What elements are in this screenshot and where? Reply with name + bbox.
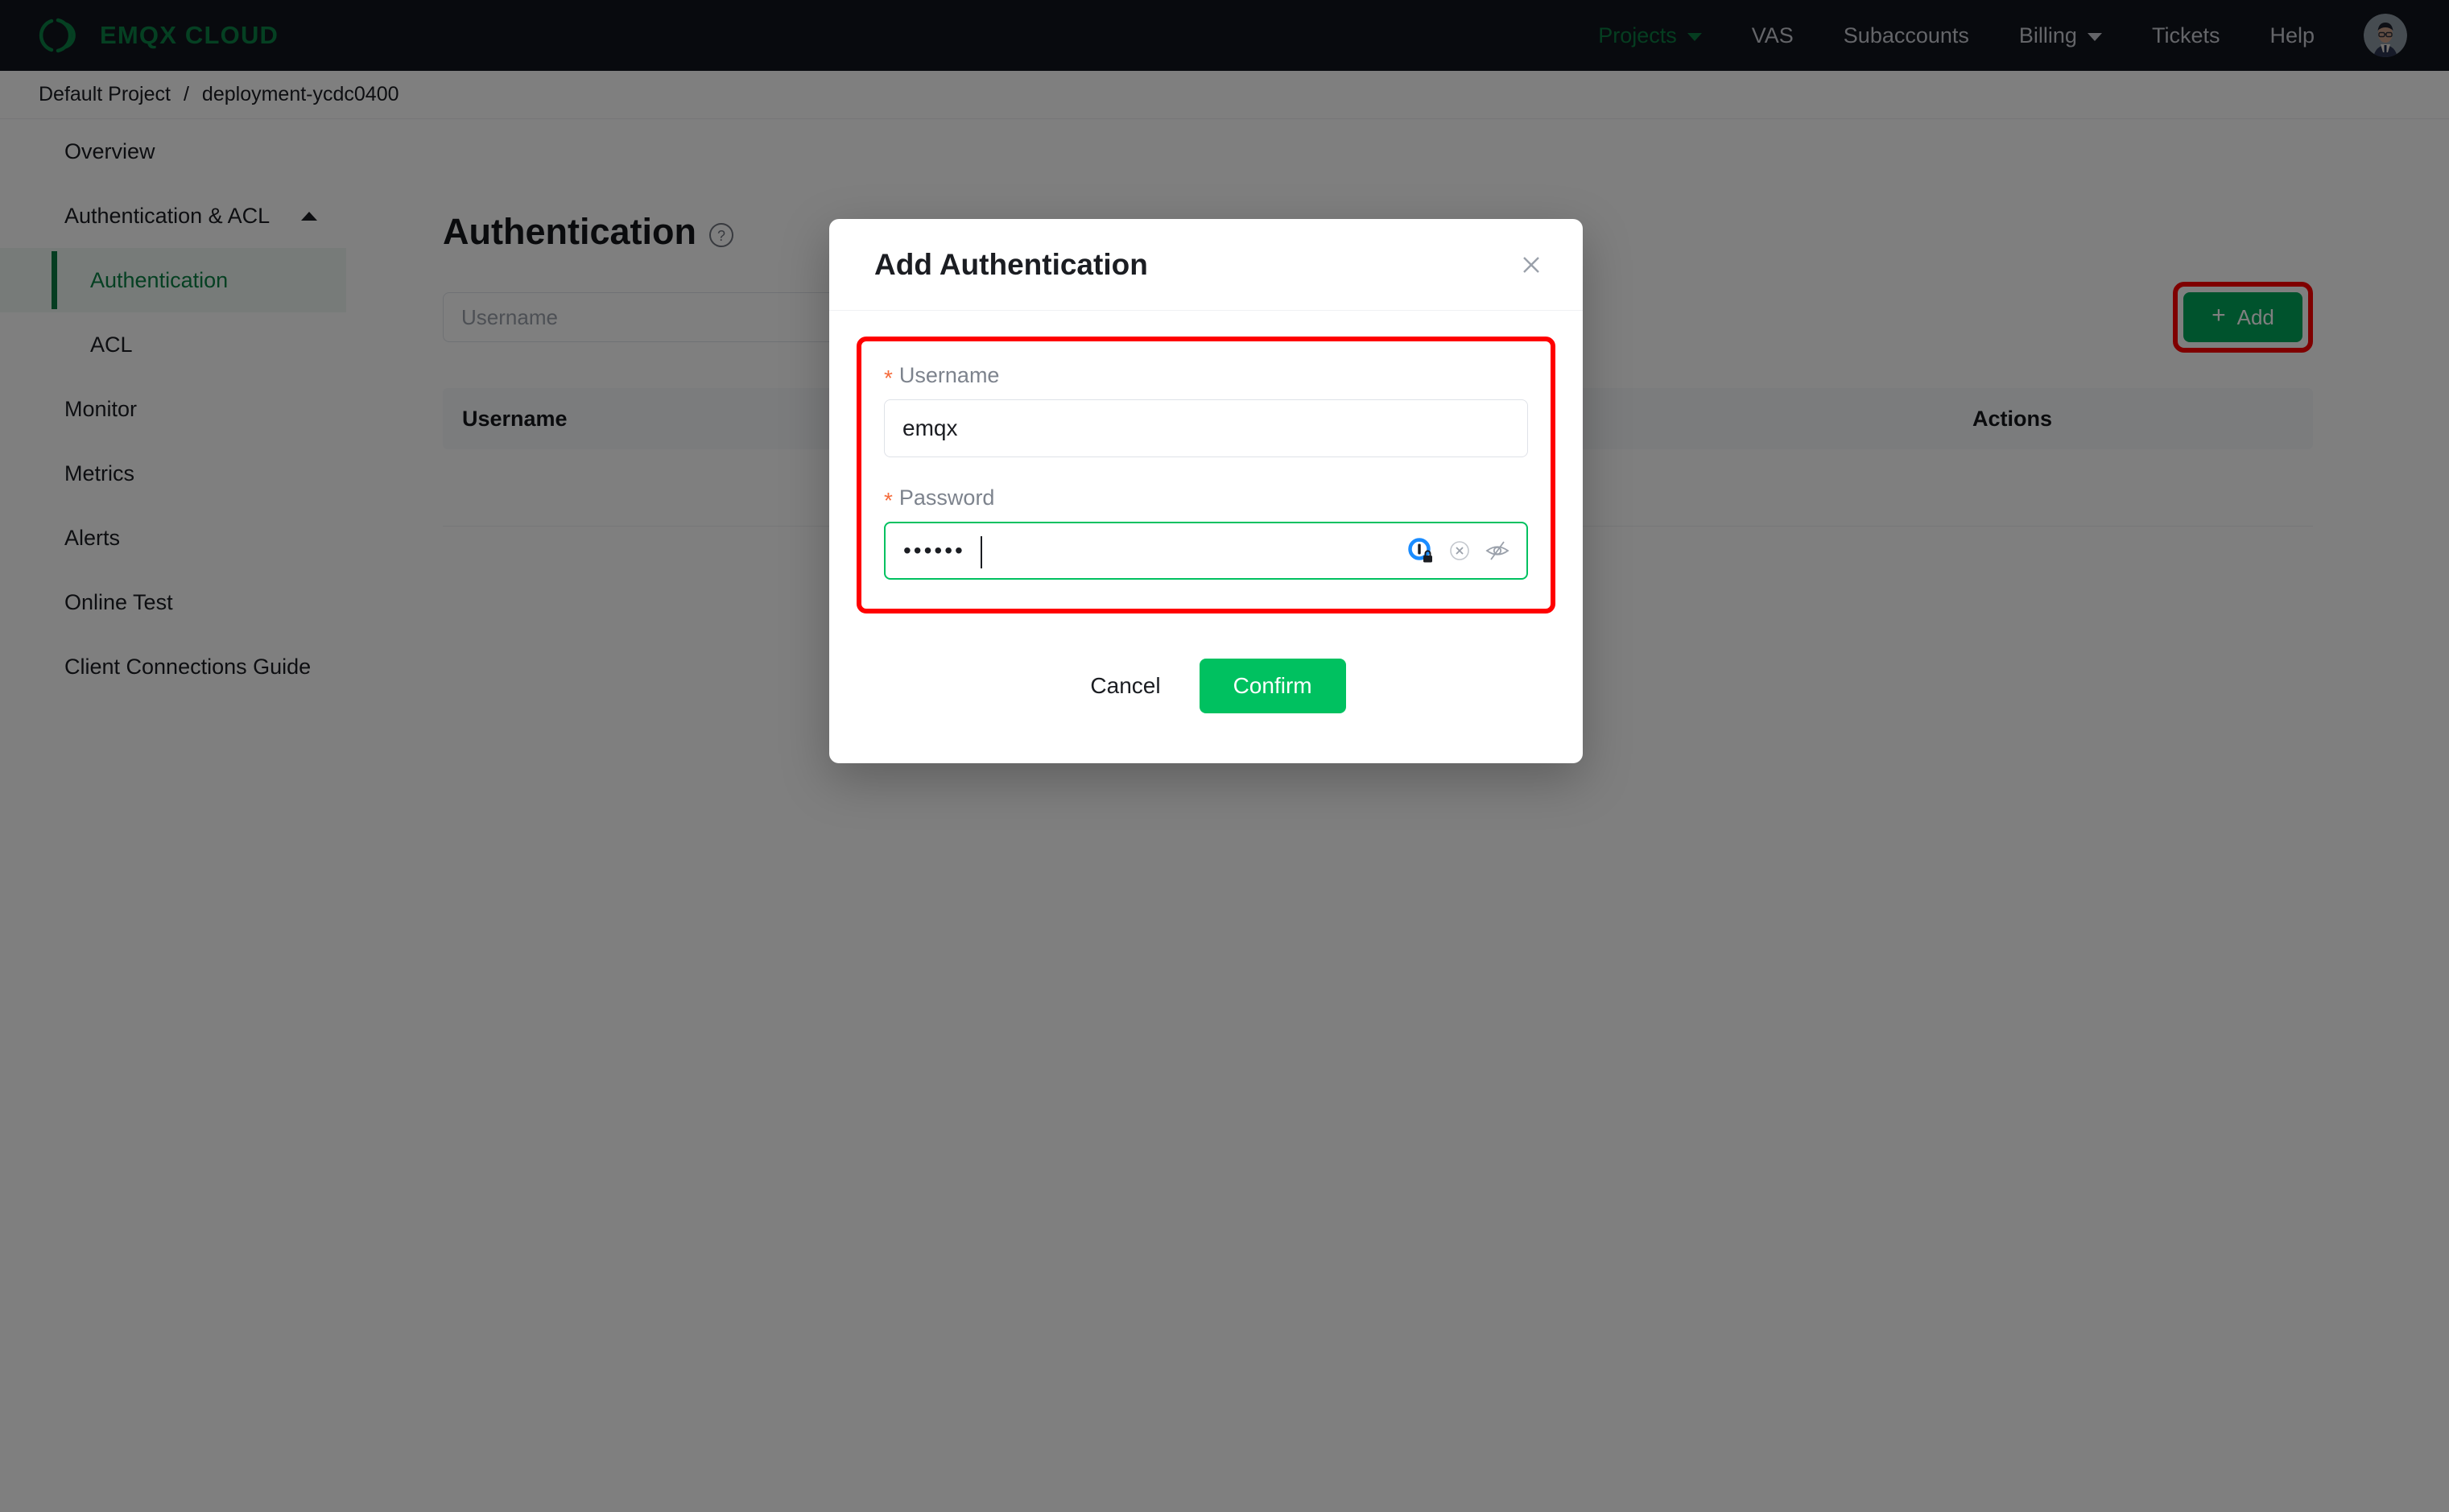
required-asterisk-icon: * bbox=[884, 488, 893, 514]
username-input[interactable] bbox=[884, 399, 1528, 457]
password-input-icons bbox=[1407, 537, 1526, 564]
field-label-text: Password bbox=[899, 485, 995, 510]
dialog-footer: Cancel Confirm bbox=[829, 613, 1583, 763]
password-field-group: * Password bbox=[884, 485, 1528, 580]
username-field-group: * Username bbox=[884, 362, 1528, 457]
onepassword-fill-icon[interactable] bbox=[1407, 537, 1435, 564]
clear-circle-x-icon[interactable] bbox=[1448, 539, 1472, 563]
field-label-text: Username bbox=[899, 363, 1000, 388]
password-field-label: * Password bbox=[884, 485, 1528, 510]
dialog-body: * Username * Password bbox=[829, 311, 1583, 613]
dialog-header: Add Authentication bbox=[829, 219, 1583, 311]
password-input-wrapper bbox=[884, 522, 1528, 580]
text-cursor-caret bbox=[981, 536, 982, 568]
cancel-button[interactable]: Cancel bbox=[1066, 660, 1184, 712]
confirm-button[interactable]: Confirm bbox=[1200, 659, 1346, 713]
add-authentication-dialog: Add Authentication * Username bbox=[829, 219, 1583, 763]
dialog-title: Add Authentication bbox=[874, 248, 1148, 282]
app-root: EMQX CLOUD Projects VAS Subaccounts Bill… bbox=[0, 0, 2449, 1512]
eye-slash-icon[interactable] bbox=[1485, 539, 1510, 563]
required-asterisk-icon: * bbox=[884, 366, 893, 391]
username-field-label: * Username bbox=[884, 362, 1528, 388]
form-fields-highlight: * Username * Password bbox=[857, 337, 1555, 613]
password-input[interactable] bbox=[886, 523, 1407, 578]
close-x-icon[interactable] bbox=[1515, 249, 1547, 281]
